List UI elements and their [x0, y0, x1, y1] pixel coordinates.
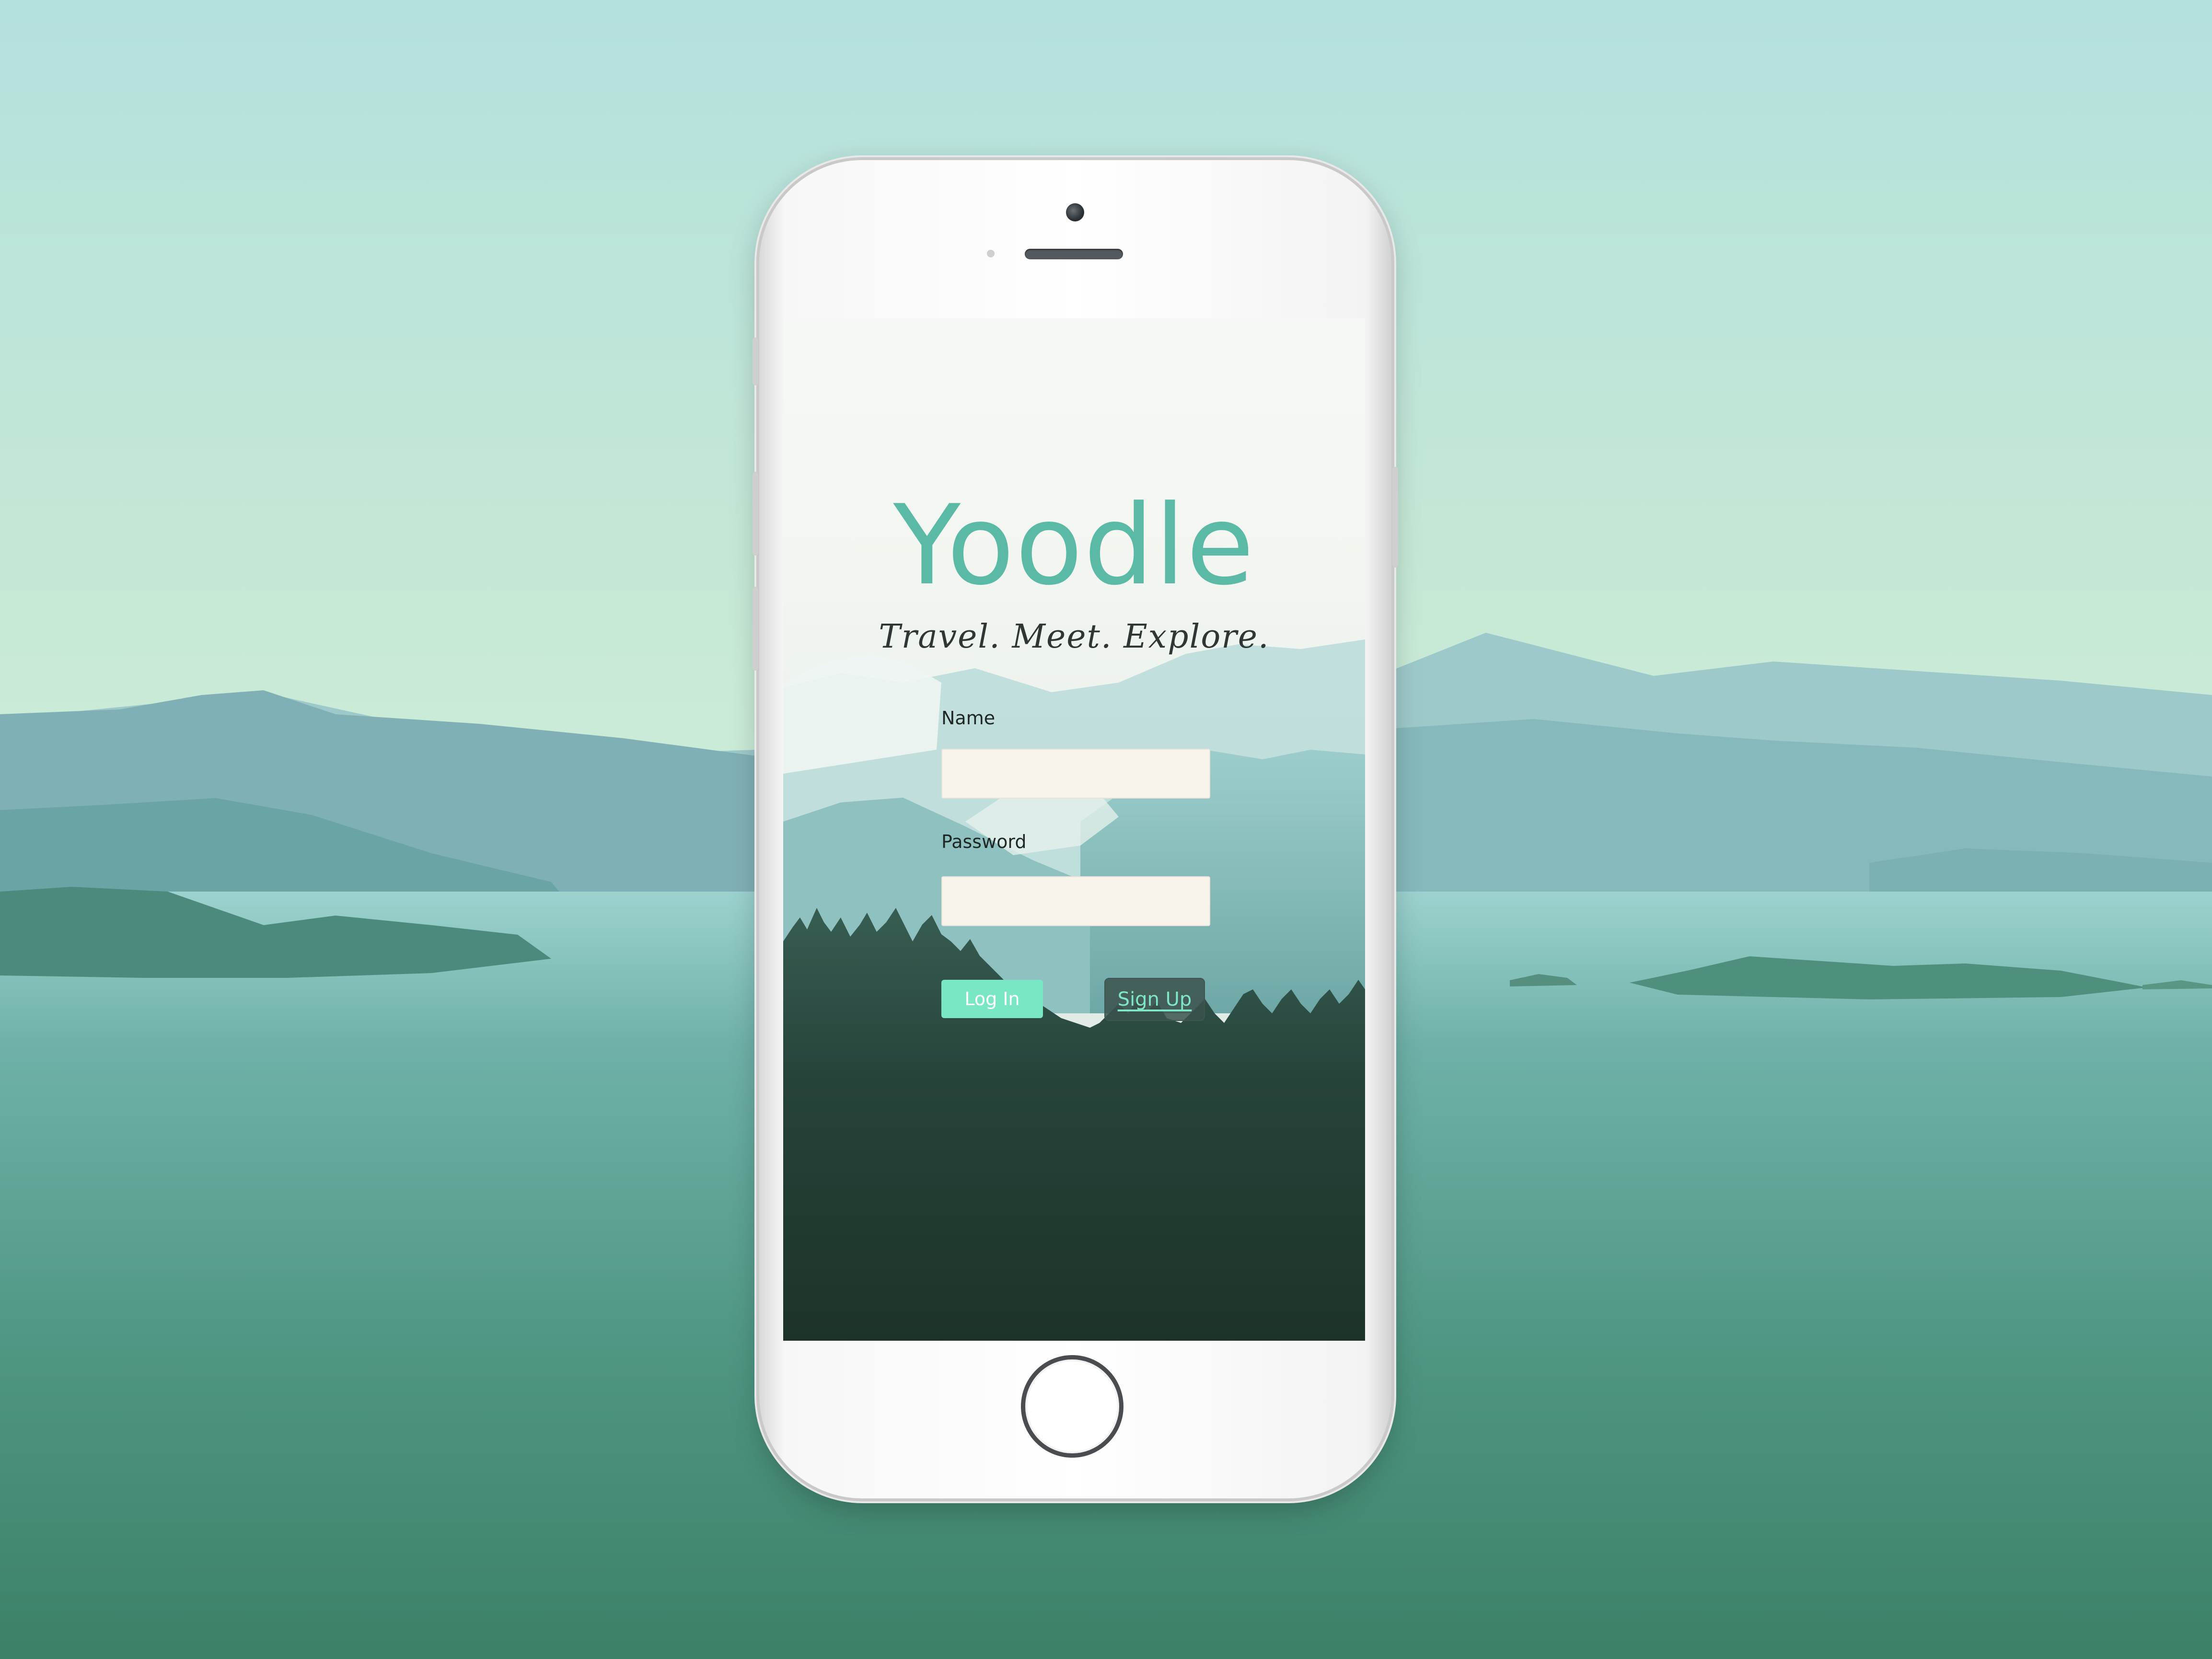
app-logo: Yoodle: [893, 482, 1255, 610]
mockup-scene: Yoodle Travel. Meet. Explore. Name Passw…: [0, 0, 2212, 1659]
name-label: Name: [941, 708, 996, 729]
phone-screen: Yoodle Travel. Meet. Explore. Name Passw…: [783, 318, 1365, 1341]
volume-up-button: [753, 472, 758, 556]
app-tagline: Travel. Meet. Explore.: [879, 618, 1270, 656]
silent-switch: [753, 337, 758, 385]
home-button[interactable]: [1021, 1355, 1123, 1458]
proximity-sensor: [987, 250, 995, 257]
signup-button[interactable]: Sign Up: [1104, 978, 1205, 1021]
screen-wallpaper: [783, 318, 1365, 1341]
password-label: Password: [941, 831, 1027, 852]
front-camera: [1066, 203, 1084, 221]
password-input[interactable]: [941, 876, 1210, 926]
earpiece-speaker: [1025, 249, 1123, 259]
name-input[interactable]: [941, 749, 1210, 799]
power-button: [1392, 467, 1398, 568]
volume-down-button: [753, 587, 758, 671]
login-button[interactable]: Log In: [941, 980, 1043, 1018]
